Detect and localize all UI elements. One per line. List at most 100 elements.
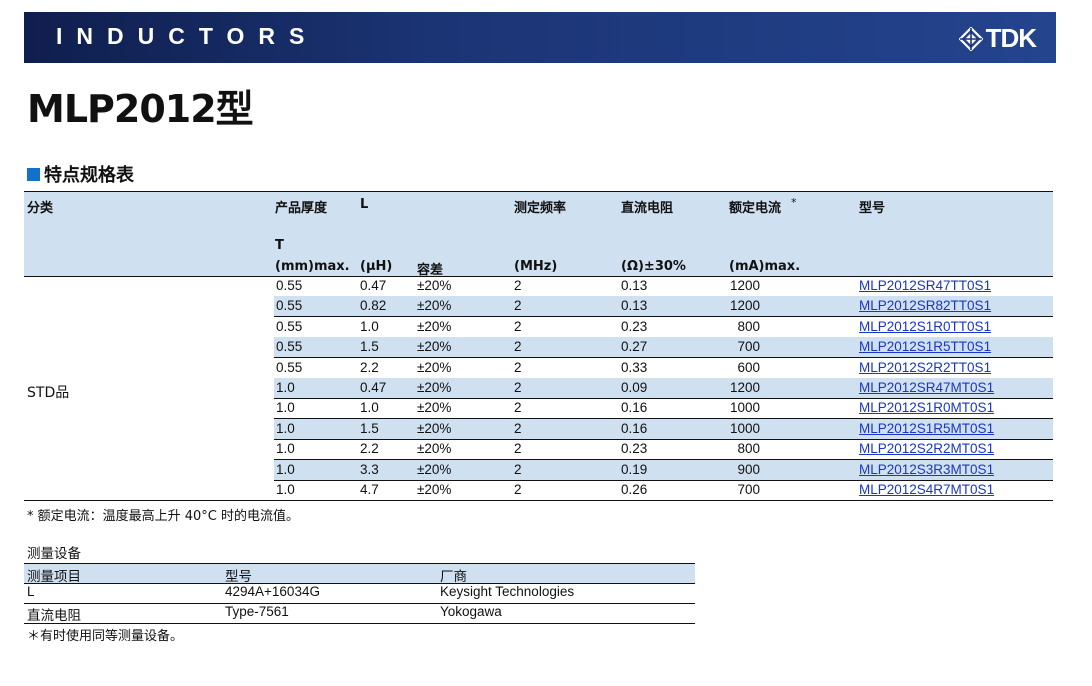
header-thickness-symbol: T	[275, 238, 284, 253]
cell-thickness: 1.0	[276, 400, 295, 416]
part-number-link[interactable]: MLP2012S1R5MT0S1	[859, 421, 994, 436]
cell-thickness: 1.0	[276, 461, 295, 477]
table-row: 0.55 2.2 ±20% 2 0.33 600 MLP2012S2R2TT0S1	[274, 358, 1053, 379]
header-category: 分类	[27, 201, 54, 216]
cell-tolerance: ±20%	[417, 380, 452, 395]
tdk-logo: TDK	[958, 23, 1037, 54]
cell-inductance: 1.5	[360, 420, 379, 436]
cell-thickness: 1.0	[276, 420, 295, 436]
cell-inductance: 0.47	[360, 278, 387, 293]
part-number-link[interactable]: MLP2012SR47TT0S1	[859, 278, 991, 293]
cell-tolerance: ±20%	[417, 420, 452, 436]
cell-inductance: 0.82	[360, 298, 387, 314]
spec-table-header: 分类 产品厚度 T (mm)max. L (μH) 容差 测定频率 (MHz) …	[24, 191, 1053, 278]
cell-thickness: 0.55	[276, 318, 303, 334]
cell-tolerance: ±20%	[417, 298, 452, 314]
cell-dc-resistance: 0.09	[621, 380, 648, 395]
cell-inductance: 0.47	[360, 380, 387, 395]
cell-dc-resistance: 0.13	[621, 298, 648, 314]
cell-rated-current: 600	[737, 359, 760, 375]
header-part-number: 型号	[859, 201, 886, 216]
cell-rated-current: 800	[737, 318, 760, 334]
part-number-link[interactable]: MLP2012S3R3MT0S1	[859, 462, 994, 477]
part-number-link[interactable]: MLP2012S2R2MT0S1	[859, 441, 994, 456]
rated-current-footnote: * 额定电流：温度最高上升 40°C 时的电流值。	[27, 509, 300, 524]
cell-frequency: 2	[514, 441, 522, 457]
equipment-title: 测量设备	[27, 546, 81, 562]
header-dc-resistance: 直流电阻	[621, 201, 674, 216]
cell-part-number: MLP2012S2R2TT0S1	[859, 360, 991, 375]
part-number-link[interactable]: MLP2012SR47MT0S1	[859, 380, 994, 395]
cell-rated-current: 1200	[729, 298, 760, 314]
part-number-link[interactable]: MLP2012S1R0TT0S1	[859, 319, 991, 334]
cell-manufacturer: Yokogawa	[440, 604, 502, 619]
table-row: 直流电阻 Type-7561 Yokogawa	[24, 603, 695, 624]
section-title-text: 特点规格表	[44, 165, 134, 186]
cell-inductance: 1.0	[360, 318, 379, 334]
cell-tolerance: ±20%	[417, 359, 452, 375]
cell-part-number: MLP2012SR47TT0S1	[859, 278, 991, 293]
cell-measure-item: L	[27, 584, 35, 599]
cell-frequency: 2	[514, 420, 522, 436]
cell-rated-current: 1000	[729, 400, 760, 416]
cell-rated-current: 900	[737, 461, 760, 477]
cell-thickness: 0.55	[276, 298, 303, 314]
cell-rated-current: 1200	[729, 278, 760, 293]
cell-part-number: MLP2012S1R5MT0S1	[859, 421, 994, 436]
part-number-link[interactable]: MLP2012S4R7MT0S1	[859, 482, 994, 497]
cell-dc-resistance: 0.16	[621, 400, 648, 416]
cell-tolerance: ±20%	[417, 482, 452, 497]
cell-rated-current: 800	[737, 441, 760, 457]
page-title: MLP2012型	[27, 87, 254, 131]
table-bottom-rule	[24, 500, 1053, 501]
table-row: 1.0 4.7 ±20% 2 0.26 700 MLP2012S4R7MT0S1	[274, 480, 1053, 501]
brand-name: TDK	[985, 23, 1037, 53]
cell-thickness: 0.55	[276, 339, 303, 355]
header-manufacturer: 厂商	[440, 569, 467, 585]
cell-frequency: 2	[514, 298, 522, 314]
equipment-table-header: 测量项目 型号 厂商	[24, 563, 695, 585]
cell-model: Type-7561	[225, 604, 289, 619]
cell-inductance: 2.2	[360, 441, 379, 457]
cell-part-number: MLP2012SR82TT0S1	[859, 298, 991, 313]
header-inductance-unit: (μH)	[360, 259, 393, 274]
table-row: L 4294A+16034G Keysight Technologies	[24, 583, 695, 604]
cell-inductance: 1.0	[360, 400, 379, 416]
cell-part-number: MLP2012S2R2MT0S1	[859, 441, 994, 456]
cell-rated-current: 1000	[729, 420, 760, 436]
category-std: STD品	[27, 385, 70, 401]
cell-frequency: 2	[514, 380, 522, 395]
part-number-link[interactable]: MLP2012SR82TT0S1	[859, 298, 991, 313]
part-number-link[interactable]: MLP2012S1R0MT0S1	[859, 400, 994, 415]
cell-dc-resistance: 0.16	[621, 420, 648, 436]
table-row: 0.55 0.82 ±20% 2 0.13 1200 MLP2012SR82TT0S1	[274, 296, 1053, 318]
table-row: 1.0 3.3 ±20% 2 0.19 900 MLP2012S3R3MT0S1	[274, 459, 1053, 481]
header-measure-item: 测量项目	[27, 569, 81, 585]
cell-part-number: MLP2012S3R3MT0S1	[859, 462, 994, 477]
cell-dc-resistance: 0.23	[621, 441, 648, 457]
part-number-link[interactable]: MLP2012S2R2TT0S1	[859, 360, 991, 375]
cell-thickness: 0.55	[276, 278, 303, 293]
section-square-icon	[27, 167, 40, 181]
cell-tolerance: ±20%	[417, 318, 452, 334]
header-model: 型号	[225, 569, 252, 585]
cell-frequency: 2	[514, 278, 522, 293]
cell-thickness: 0.55	[276, 359, 303, 375]
cell-thickness: 1.0	[276, 482, 295, 497]
cell-part-number: MLP2012S1R0MT0S1	[859, 400, 994, 415]
cell-inductance: 4.7	[360, 482, 379, 497]
header-dc-resistance-unit: (Ω)±30%	[621, 259, 686, 274]
table-row: 1.0 1.5 ±20% 2 0.16 1000 MLP2012S1R5MT0S1	[274, 418, 1053, 440]
cell-rated-current: 700	[737, 339, 760, 355]
part-number-link[interactable]: MLP2012S1R5TT0S1	[859, 339, 991, 354]
cell-part-number: MLP2012SR47MT0S1	[859, 380, 994, 395]
cell-tolerance: ±20%	[417, 400, 452, 416]
cell-dc-resistance: 0.13	[621, 278, 648, 293]
cell-manufacturer: Keysight Technologies	[440, 584, 575, 599]
cell-inductance: 2.2	[360, 359, 379, 375]
table-row: 0.55 0.47 ±20% 2 0.13 1200 MLP2012SR47TT0S1	[274, 276, 1053, 297]
section-title: 特点规格表	[27, 161, 134, 187]
table-row: 0.55 1.5 ±20% 2 0.27 700 MLP2012S1R5TT0S1	[274, 337, 1053, 359]
header-inductance: L	[360, 197, 369, 212]
cell-tolerance: ±20%	[417, 278, 452, 293]
